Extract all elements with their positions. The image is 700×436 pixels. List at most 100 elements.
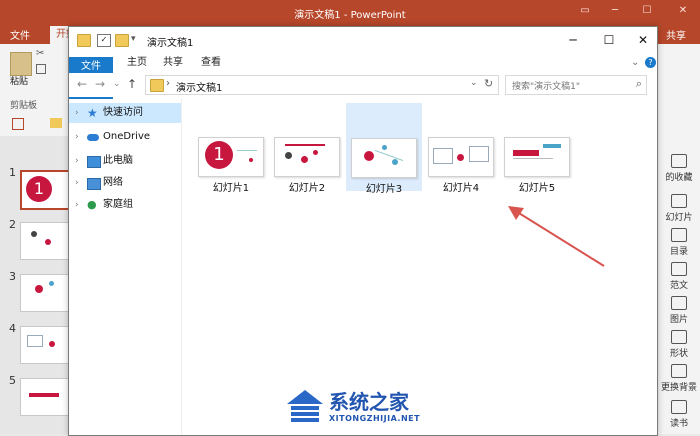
file-item[interactable]: 幻灯片5 [500, 103, 574, 194]
thumb-box [27, 335, 43, 347]
search-icon[interactable]: ⌕ [636, 77, 642, 91]
refresh-icon[interactable]: ↻ [484, 77, 493, 90]
background-icon [671, 364, 687, 378]
copy-icon[interactable] [36, 64, 46, 74]
thumb-line [374, 149, 404, 162]
paste-icon[interactable] [10, 52, 32, 76]
nav-item-quick-access[interactable]: › ★ 快速访问 [69, 103, 181, 123]
chevron-right-icon[interactable]: › [75, 195, 79, 215]
navigation-pane: › ★ 快速访问 › OneDrive › 此电脑 › 网络 › ● 家庭组 [69, 99, 182, 435]
back-icon[interactable]: ← [77, 77, 87, 91]
save-icon[interactable] [12, 118, 24, 130]
file-name: 幻灯片1 [212, 183, 250, 194]
homegroup-icon: ● [87, 198, 97, 211]
slide-thumbnail[interactable] [20, 378, 70, 416]
background-item[interactable]: 更换背景 [657, 364, 700, 393]
chevron-right-icon[interactable]: › [75, 173, 79, 193]
slide-thumbnail[interactable] [20, 274, 70, 312]
ppt-tab-file[interactable]: 文件 [10, 27, 30, 42]
ppt-restore-icon[interactable]: ▭ [578, 4, 592, 18]
slide-thumbnail[interactable]: 1 [20, 170, 72, 210]
thumb-dot [249, 158, 253, 162]
up-icon[interactable]: ↑ [127, 77, 137, 91]
watermark-logo-icon [287, 390, 323, 422]
panel-label: 范文 [669, 281, 688, 291]
properties-icon[interactable]: ✓ [97, 34, 111, 47]
chevron-right-icon[interactable]: › [75, 103, 79, 123]
minimize-button[interactable]: ─ [561, 31, 585, 49]
file-thumbnail [504, 137, 570, 177]
forward-icon[interactable]: → [95, 77, 105, 91]
thumb-dot [364, 151, 374, 161]
chevron-right-icon[interactable]: › [75, 127, 79, 147]
annotation-arrow [508, 206, 605, 267]
expand-ribbon-icon[interactable]: ⌄ [631, 53, 639, 73]
ppt-close-icon[interactable]: ✕ [676, 4, 690, 18]
explorer-title: 演示文稿1 [147, 38, 194, 49]
breadcrumb-separator: › [166, 78, 170, 89]
template-item[interactable]: 范文 [657, 262, 700, 291]
address-bar[interactable]: › 演示文稿1 ⌄ ↻ [145, 75, 499, 95]
cut-icon[interactable]: ✂ [36, 48, 44, 59]
ppt-share[interactable]: 共享 [666, 27, 686, 42]
panel-label: 更换背景 [660, 383, 697, 393]
ppt-share-label: 共享 [666, 31, 686, 42]
search-box[interactable]: 搜索"演示文稿1" ⌕ [505, 75, 647, 95]
file-item[interactable]: 幻灯片4 [424, 103, 498, 194]
new-folder-icon[interactable] [115, 34, 129, 47]
nav-label: 快速访问 [103, 107, 143, 118]
file-item-selected[interactable]: 幻灯片3 [346, 103, 422, 195]
thumb-dot [45, 239, 51, 245]
panel-label: 目录 [669, 247, 688, 257]
address-dropdown-icon[interactable]: ⌄ [470, 78, 478, 88]
open-folder-icon[interactable] [50, 118, 62, 128]
close-button[interactable]: ✕ [631, 31, 655, 49]
nav-item-this-pc[interactable]: › 此电脑 [69, 151, 181, 171]
file-name: 幻灯片2 [288, 183, 326, 194]
thumb-box [433, 148, 453, 164]
thumb-number: 2 [9, 218, 16, 231]
panel-label: 幻灯片 [665, 213, 693, 223]
thumb-dot [35, 285, 43, 293]
slides-item[interactable]: 幻灯片 [657, 194, 700, 223]
reading-item[interactable]: 读书 [657, 400, 700, 429]
thumb-number: 5 [9, 374, 16, 387]
file-name: 幻灯片3 [365, 184, 403, 195]
thumb-dot [31, 231, 37, 237]
thumb-number: 4 [9, 322, 16, 335]
list-icon [671, 228, 687, 242]
maximize-button[interactable]: ☐ [597, 31, 621, 49]
nav-label: 网络 [103, 177, 123, 188]
thumb-line [237, 150, 257, 151]
recent-locations-icon[interactable]: ⌄ [113, 79, 121, 89]
explorer-titlebar: ✓ ▾ 演示文稿1 ─ ☐ ✕ [69, 27, 657, 53]
tab-share[interactable]: 共享 [163, 53, 183, 73]
shape-item[interactable]: 形状 [657, 330, 700, 359]
file-name: 幻灯片5 [518, 183, 556, 194]
breadcrumb-path[interactable]: 演示文稿1 [176, 79, 222, 94]
ppt-minimize-icon[interactable]: ─ [608, 4, 622, 18]
search-placeholder: 搜索"演示文稿1" [512, 82, 581, 92]
ppt-quick-toolbar [0, 114, 70, 136]
nav-item-homegroup[interactable]: › ● 家庭组 [69, 195, 181, 215]
file-item[interactable]: 幻灯片2 [270, 103, 344, 194]
slides-icon [671, 194, 687, 208]
toc-item[interactable]: 目录 [657, 228, 700, 257]
file-item[interactable]: 1 幻灯片1 [194, 103, 268, 194]
nav-item-network[interactable]: › 网络 [69, 173, 181, 193]
chevron-down-icon[interactable]: ▾ [131, 34, 143, 45]
nav-item-onedrive[interactable]: › OneDrive [69, 127, 181, 147]
watermark: 系统之家 XITONGZHIJIA.NET [285, 384, 455, 430]
tab-home[interactable]: 主页 [127, 53, 147, 73]
slide-thumbnail[interactable] [20, 222, 70, 260]
tab-view[interactable]: 查看 [201, 53, 221, 73]
nav-label: 此电脑 [103, 155, 133, 166]
ppt-maximize-icon[interactable]: ☐ [640, 4, 654, 18]
help-icon[interactable]: ? [645, 57, 656, 68]
favorites-item[interactable]: 的收藏 [657, 154, 700, 183]
chevron-right-icon[interactable]: › [75, 151, 79, 171]
paste-label: 粘贴 [10, 77, 29, 87]
slide-thumbnail[interactable] [20, 326, 70, 364]
picture-item[interactable]: 图片 [657, 296, 700, 325]
shape-icon [671, 330, 687, 344]
